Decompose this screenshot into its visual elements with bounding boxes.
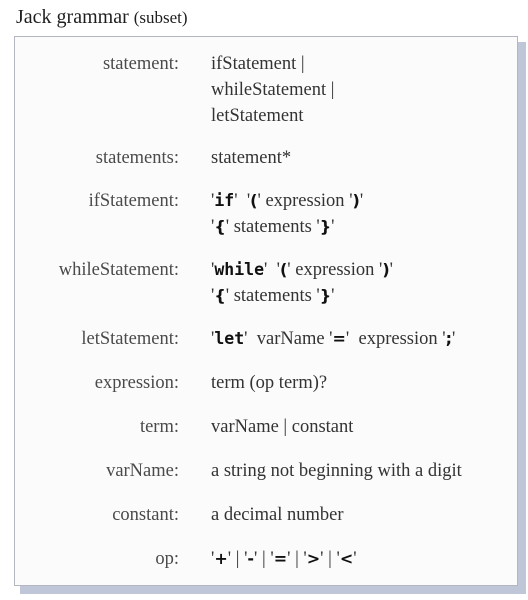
rule-line: '+' | '-' | '=' | '>' | '<' — [211, 549, 357, 569]
rule-body-letstatement: 'let' varName '=' expression ';' — [211, 326, 455, 352]
rule-name-whilestatement: whileStatement: — [58, 260, 179, 280]
rule-name-constant: constant: — [112, 505, 179, 525]
page-title: Jack grammar (subset) — [16, 6, 188, 29]
rule-line: a string not beginning with a digit — [211, 461, 462, 481]
rule-line: a decimal number — [211, 505, 344, 525]
rule-line: 'if' '(' expression ')' — [211, 191, 364, 211]
symbol-open-brace: { — [214, 286, 226, 305]
rule-line: whileStatement | — [211, 80, 335, 100]
rule-name-letstatement: letStatement: — [81, 329, 179, 349]
op-less: < — [339, 549, 354, 568]
rule-line: '{' statements '}' — [211, 286, 335, 306]
rule-line: varName | constant — [211, 417, 354, 437]
rule-body-expression: term (op term)? — [211, 370, 327, 396]
nonterminal-varname: varName — [256, 329, 325, 349]
rule-name-term: term: — [139, 417, 179, 437]
nonterminal-statements: statements — [233, 286, 312, 306]
rule-name-statements: statements: — [95, 148, 179, 168]
op-greater: > — [306, 549, 321, 568]
rule-line: '{' statements '}' — [211, 217, 335, 237]
nonterminal-expression: expression — [358, 329, 438, 349]
rule-body-term: varName | constant — [211, 414, 353, 440]
title-subtitle: (subset) — [133, 8, 188, 27]
op-equals: = — [273, 549, 288, 568]
op-plus: + — [214, 549, 228, 568]
rule-name-ifstatement: ifStatement: — [88, 191, 179, 211]
rule-body-ifstatement: 'if' '(' expression ')' '{' statements '… — [211, 188, 363, 240]
rule-line: 'let' varName '=' expression ';' — [211, 329, 456, 349]
rule-body-constant: a decimal number — [211, 502, 344, 528]
rule-body-op: '+' | '-' | '=' | '>' | '<' — [211, 546, 357, 572]
rule-line: letStatement — [211, 106, 304, 126]
rule-body-statements: statement* — [211, 145, 291, 171]
nonterminal-expression: expression — [295, 260, 375, 280]
symbol-close-brace: } — [319, 217, 332, 236]
rule-body-whilestatement: 'while' '(' expression ')' '{' statement… — [211, 257, 393, 309]
nonterminal-expression: expression — [265, 191, 345, 211]
rule-line: term (op term)? — [211, 373, 328, 393]
symbol-open-brace: { — [214, 217, 226, 236]
keyword-if: if — [214, 191, 235, 210]
symbol-close-brace: } — [319, 286, 332, 305]
nonterminal-statements: statements — [233, 217, 312, 237]
symbol-equals: = — [332, 329, 346, 348]
rule-name-varname: varName: — [106, 461, 179, 481]
rule-name-statement: statement: — [102, 54, 179, 74]
symbol-close-paren: ) — [352, 191, 360, 210]
rule-body-statement: ifStatement | whileStatement | letStatem… — [211, 51, 334, 129]
keyword-while: while — [214, 260, 265, 279]
rule-body-varname: a string not beginning with a digit — [211, 458, 462, 484]
rule-line: ifStatement | — [211, 54, 305, 74]
rule-name-op: op: — [155, 549, 179, 569]
rule-name-expression: expression: — [94, 373, 179, 393]
symbol-close-paren: ) — [382, 260, 390, 279]
rule-line: statement* — [211, 148, 292, 168]
rule-line: 'while' '(' expression ')' — [211, 260, 393, 280]
keyword-let: let — [214, 329, 245, 348]
grammar-panel: statement: ifStatement | whileStatement … — [14, 36, 518, 586]
title-text: Jack grammar — [16, 6, 129, 28]
